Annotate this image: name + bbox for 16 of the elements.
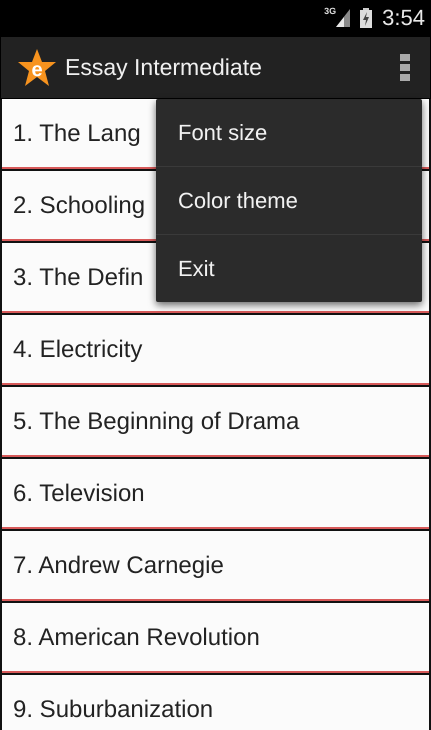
- essay-list-item[interactable]: 6. Television: [0, 459, 431, 531]
- more-vertical-icon: [400, 54, 410, 82]
- essay-list-item[interactable]: 8. American Revolution: [0, 603, 431, 675]
- star-logo-icon: e: [17, 48, 57, 88]
- essay-list-item[interactable]: 5. The Beginning of Drama: [0, 387, 431, 459]
- battery-charging-icon: [360, 8, 372, 28]
- essay-list-item[interactable]: 9. Suburbanization: [0, 675, 431, 730]
- app-title: Essay Intermediate: [65, 54, 263, 81]
- menu-item[interactable]: Exit: [156, 235, 422, 302]
- signal-icon: [336, 9, 350, 27]
- menu-item[interactable]: Color theme: [156, 167, 422, 235]
- clock: 3:54: [382, 5, 425, 31]
- network-type: 3G: [324, 6, 336, 16]
- essay-list-item[interactable]: 4. Electricity: [0, 315, 431, 387]
- essay-list-item[interactable]: 7. Andrew Carnegie: [0, 531, 431, 603]
- menu-item[interactable]: Font size: [156, 99, 422, 167]
